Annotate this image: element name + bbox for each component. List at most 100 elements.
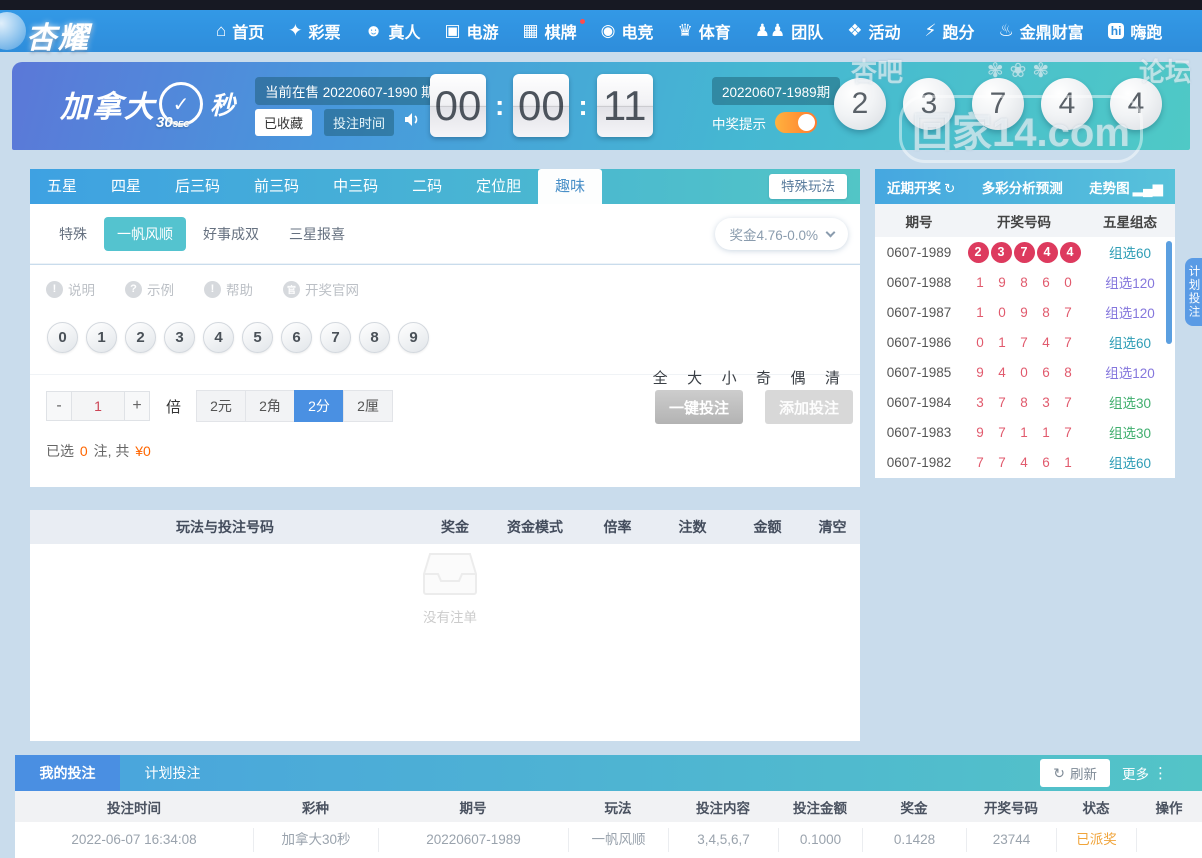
more-button[interactable]: 更多 ⋮ [1122, 763, 1168, 783]
subtab-sanxingbaoxi[interactable]: 三星报喜 [276, 217, 358, 251]
nav-item-boardcards[interactable]: ▦棋牌 [511, 10, 589, 52]
nav-item-esports[interactable]: ◉电竞 [589, 10, 666, 52]
draw-ball: 4 [1060, 242, 1081, 263]
subtab-yifanfengshun[interactable]: 一帆风顺 [104, 217, 186, 251]
number-ball-4[interactable]: 4 [203, 322, 234, 353]
nav-item-lottery[interactable]: ✦彩票 [276, 10, 352, 52]
mode-2li[interactable]: 2厘 [343, 390, 393, 422]
tab-zhongsanma[interactable]: 中三码 [316, 169, 395, 204]
subtab-teshu[interactable]: 特殊 [46, 217, 100, 251]
tab-qiansanma[interactable]: 前三码 [237, 169, 316, 204]
draw-number-cell: 23744 [966, 828, 1056, 852]
win-tip-toggle[interactable] [775, 112, 817, 133]
filter-all[interactable]: 全 [653, 370, 668, 387]
mode-2fen[interactable]: 2分 [294, 390, 344, 422]
favorited-button[interactable]: 已收藏 [255, 109, 312, 136]
tab-plan-bets[interactable]: 计划投注 [120, 755, 225, 791]
nav-item-paofen[interactable]: ⚡跑分 [913, 10, 987, 52]
number-ball-3[interactable]: 3 [164, 322, 195, 353]
info-icon: ! [204, 281, 221, 298]
group-type-link[interactable]: 组选30 [1085, 392, 1175, 412]
nav-item-egame[interactable]: ▣电游 [432, 10, 510, 52]
tab-wuxing[interactable]: 五星 [30, 169, 94, 204]
number-ball-1[interactable]: 1 [86, 322, 117, 353]
nav-item-hipao[interactable]: hi嗨跑 [1096, 10, 1175, 52]
main-navbar: 杏耀 ⌂首页 ✦彩票 ☻真人 ▣电游 ▦棋牌 ◉电竞 ♛体育 ♟♟团队 ❖活动 … [0, 10, 1202, 52]
speaker-icon[interactable] [404, 112, 421, 132]
multiplier-plus-button[interactable]: + [124, 391, 150, 421]
group-type-link[interactable]: 组选30 [1085, 422, 1175, 442]
group-type-link[interactable]: 组选60 [1085, 332, 1175, 352]
filter-even[interactable]: 偶 [791, 370, 806, 387]
tab-housanma[interactable]: 后三码 [158, 169, 237, 204]
brand-logo[interactable]: 杏耀 [26, 13, 90, 57]
tab-dingweidan[interactable]: 定位胆 [459, 169, 538, 204]
filter-clear[interactable]: 清 [825, 370, 840, 387]
bet-body: !说明 ?示例 !帮助 官开奖官网 0 1 2 3 4 5 6 7 8 9 全 … [30, 265, 860, 487]
clear-all-column[interactable]: 清空 [805, 517, 860, 537]
sidebar-tab-trend-chart[interactable]: 走势图▂▄▆ [1089, 177, 1163, 197]
mode-2yuan[interactable]: 2元 [196, 390, 246, 422]
number-ball-8[interactable]: 8 [359, 322, 390, 353]
sidebar-tab-recent-draws[interactable]: 近期开奖↻ [887, 177, 955, 197]
filter-odd[interactable]: 奇 [756, 370, 771, 387]
action-cell [1136, 828, 1202, 852]
bet-time-button[interactable]: 投注时间 [324, 109, 394, 136]
example-link[interactable]: ?示例 [125, 279, 174, 299]
number-ball-9[interactable]: 9 [398, 322, 429, 353]
nav-item-team[interactable]: ♟♟团队 [743, 10, 836, 52]
treasure-vessel-icon: ♨ [998, 21, 1013, 41]
mode-2jiao[interactable]: 2角 [245, 390, 295, 422]
group-type-link[interactable]: 组选60 [1085, 242, 1175, 262]
bottom-tabbar: 我的投注 计划投注 ↻ 刷新 更多 ⋮ [15, 755, 1202, 791]
nav-item-live[interactable]: ☻真人 [353, 10, 433, 52]
bet-controls: - + 倍 2元 2角 2分 2厘 一键投注 添加投注 [30, 390, 860, 422]
cards-icon: ▦ [523, 21, 539, 41]
multiplier-input[interactable] [72, 391, 124, 421]
sidebar-tab-analysis[interactable]: 多彩分析预测 [982, 177, 1063, 197]
group-type-link[interactable]: 组选60 [1085, 452, 1175, 472]
empty-tray-icon [422, 552, 478, 596]
tab-erma[interactable]: 二码 [395, 169, 459, 204]
filter-small[interactable]: 小 [722, 370, 737, 387]
nav-item-wealth[interactable]: ♨金鼎财富 [986, 10, 1095, 52]
number-ball-6[interactable]: 6 [281, 322, 312, 353]
plan-bet-float-tab[interactable]: 计划投注 [1185, 258, 1202, 326]
info-icon: ! [46, 281, 63, 298]
subtab-haoshichengshuang[interactable]: 好事成双 [190, 217, 272, 251]
nav-item-activity[interactable]: ❖活动 [835, 10, 912, 52]
sidebar-scrollbar[interactable] [1166, 241, 1172, 344]
group-type-link[interactable]: 组选120 [1085, 302, 1175, 322]
bet-slip-panel: 玩法与投注号码 奖金 资金模式 倍率 注数 金额 清空 没有注单 [30, 510, 860, 741]
group-type-link[interactable]: 组选120 [1085, 362, 1175, 382]
refresh-button[interactable]: ↻ 刷新 [1040, 759, 1110, 787]
official-site-link[interactable]: 官开奖官网 [283, 279, 359, 299]
top-strip [0, 0, 1202, 10]
nav-item-sports[interactable]: ♛体育 [665, 10, 742, 52]
add-bet-button[interactable]: 添加投注 [765, 390, 853, 424]
home-icon: ⌂ [216, 21, 226, 41]
help-link[interactable]: !帮助 [204, 279, 253, 299]
tab-quwei[interactable]: 趣味 [538, 169, 602, 204]
tab-my-bets[interactable]: 我的投注 [15, 755, 120, 791]
issue-cell: 20220607-1989 [378, 828, 568, 852]
quick-bet-button[interactable]: 一键投注 [655, 390, 743, 424]
result-ball: 3 [903, 78, 955, 130]
group-type-link[interactable]: 组选120 [1085, 272, 1175, 292]
number-ball-0[interactable]: 0 [47, 322, 78, 353]
number-ball-2[interactable]: 2 [125, 322, 156, 353]
page-root: 杏耀 ⌂首页 ✦彩票 ☻真人 ▣电游 ▦棋牌 ◉电竞 ♛体育 ♟♟团队 ❖活动 … [0, 0, 1202, 858]
number-ball-7[interactable]: 7 [320, 322, 351, 353]
filter-big[interactable]: 大 [687, 370, 702, 387]
tab-sixing[interactable]: 四星 [94, 169, 158, 204]
special-play-button[interactable]: 特殊玩法 [769, 174, 847, 199]
explain-link[interactable]: !说明 [46, 279, 95, 299]
number-ball-5[interactable]: 5 [242, 322, 273, 353]
multiplier-minus-button[interactable]: - [46, 391, 72, 421]
nav-label: 跑分 [942, 19, 974, 43]
nav-item-home[interactable]: ⌂首页 [204, 10, 276, 52]
draw-ball: 3 [991, 242, 1012, 263]
selected-amount: ¥0 [133, 443, 153, 459]
nav-label: 电游 [467, 19, 499, 43]
bonus-select[interactable]: 奖金4.76-0.0% [715, 218, 848, 250]
